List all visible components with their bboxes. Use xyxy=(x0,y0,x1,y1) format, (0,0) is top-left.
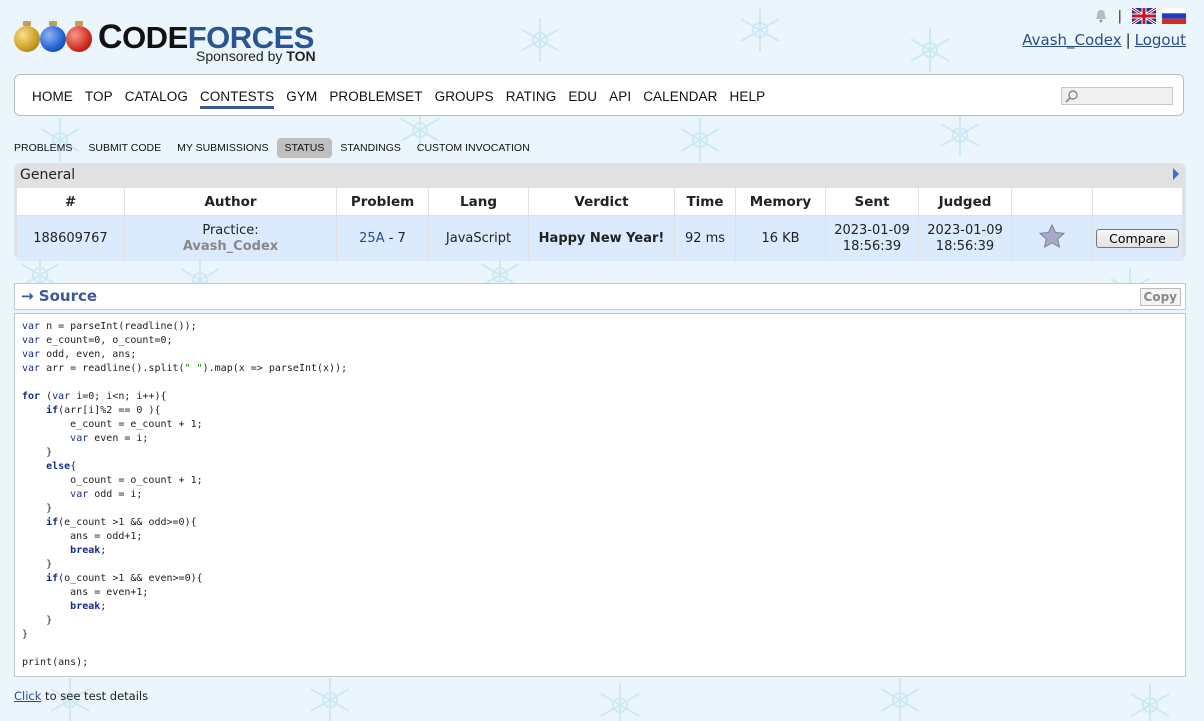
judged-cell: 2023-01-09 18:56:39 xyxy=(918,215,1012,261)
menu-item-catalog[interactable]: CATALOG xyxy=(125,89,188,109)
submission-table: # Author Problem Lang Verdict Time Memor… xyxy=(17,188,1183,261)
source-title: → Source xyxy=(21,287,98,305)
search-input[interactable] xyxy=(1061,87,1173,105)
col-time: Time xyxy=(674,188,736,216)
ornament-icon xyxy=(40,21,66,52)
col-compare xyxy=(1092,188,1183,216)
star-icon[interactable] xyxy=(1038,223,1066,248)
sent-date: 2023-01-09 xyxy=(834,222,910,238)
menu-item-problemset[interactable]: PROBLEMSET xyxy=(329,89,422,109)
memory-cell: 16 KB xyxy=(735,215,826,261)
separator: | xyxy=(1125,31,1131,49)
author-prefix: Practice: xyxy=(202,222,259,238)
col-author: Author xyxy=(124,188,337,216)
author-cell: Practice: Avash_Codex xyxy=(124,215,337,261)
source-code[interactable]: var n = parseInt(readline()); var e_coun… xyxy=(22,320,1178,670)
russia-flag-icon[interactable] xyxy=(1162,8,1186,24)
tab-my-submissions[interactable]: MY SUBMISSIONS xyxy=(177,138,276,158)
tab-standings[interactable]: STANDINGS xyxy=(340,138,408,158)
menu-item-contests[interactable]: CONTESTS xyxy=(199,89,275,109)
author-name[interactable]: Avash_Codex xyxy=(126,239,335,255)
problem-cell: 25A - 7 xyxy=(336,215,429,261)
time-cell: 92 ms xyxy=(674,215,736,261)
contest-submenu: PROBLEMS SUBMIT CODE MY SUBMISSIONS STAT… xyxy=(14,138,546,158)
language-switcher: | xyxy=(1094,8,1186,24)
menu-item-top[interactable]: TOP xyxy=(85,89,113,109)
general-caption: General xyxy=(20,167,76,183)
tab-problems[interactable]: PROBLEMS xyxy=(14,138,80,158)
test-details-text: to see test details xyxy=(41,689,149,703)
logout-link[interactable]: Logout xyxy=(1135,31,1186,49)
search-icon xyxy=(1065,90,1078,103)
judged-date: 2023-01-09 xyxy=(927,222,1003,238)
user-links: Avash_Codex | Logout xyxy=(1022,31,1186,49)
col-judged: Judged xyxy=(918,188,1012,216)
col-favorite xyxy=(1011,188,1093,216)
test-details-link[interactable]: Click xyxy=(14,689,41,703)
menu-item-edu[interactable]: EDU xyxy=(568,89,597,109)
logo-sponsor: Sponsored by TON xyxy=(196,48,316,64)
favorite-cell xyxy=(1011,215,1093,261)
source-header: → Source Copy xyxy=(14,283,1186,310)
copy-button[interactable]: Copy xyxy=(1139,288,1181,306)
compare-button[interactable]: Compare xyxy=(1096,229,1179,248)
col-sent: Sent xyxy=(825,188,919,216)
col-memory: Memory xyxy=(735,188,826,216)
menu-item-gym[interactable]: GYM xyxy=(286,89,317,109)
ornament-icon xyxy=(66,21,92,52)
test-details-line: Click to see test details xyxy=(14,689,148,703)
main-menu: HOME TOP CATALOG CONTESTS GYM PROBLEMSET… xyxy=(14,74,1184,116)
problem-link[interactable]: 25A xyxy=(359,231,384,246)
user-profile-link[interactable]: Avash_Codex xyxy=(1022,31,1121,49)
codeforces-logo[interactable]: CODEFORCES Sponsored by TON xyxy=(14,20,334,66)
menu-item-home[interactable]: HOME xyxy=(32,89,73,109)
problem-name: - 7 xyxy=(384,230,406,246)
col-id: # xyxy=(17,188,125,216)
judged-time: 18:56:39 xyxy=(935,238,995,254)
compare-cell: Compare xyxy=(1092,215,1183,261)
table-row: 188609767 Practice: Avash_Codex 25A - 7 … xyxy=(17,215,1183,261)
ornament-icon xyxy=(14,21,40,52)
submission-general-box: General # Author Problem Lang Verdict Ti… xyxy=(14,163,1186,261)
menu-item-rating[interactable]: RATING xyxy=(506,89,557,109)
tab-status[interactable]: STATUS xyxy=(276,138,333,158)
tab-custom-invocation[interactable]: CUSTOM INVOCATION xyxy=(417,138,538,158)
lang-cell: JavaScript xyxy=(428,215,529,261)
submission-id: 188609767 xyxy=(17,215,125,261)
bell-icon[interactable] xyxy=(1094,9,1108,23)
sent-cell: 2023-01-09 18:56:39 xyxy=(825,215,919,261)
verdict-cell: Happy New Year! xyxy=(528,215,675,261)
menu-item-help[interactable]: HELP xyxy=(730,89,766,109)
separator: | xyxy=(1117,8,1122,24)
sent-time: 18:56:39 xyxy=(842,238,902,254)
tab-submit-code[interactable]: SUBMIT CODE xyxy=(88,138,169,158)
arrow-right-icon[interactable] xyxy=(1173,168,1179,180)
col-lang: Lang xyxy=(428,188,529,216)
menu-item-calendar[interactable]: CALENDAR xyxy=(643,89,717,109)
col-problem: Problem xyxy=(336,188,429,216)
col-verdict: Verdict xyxy=(528,188,675,216)
menu-item-groups[interactable]: GROUPS xyxy=(435,89,494,109)
source-code-box: var n = parseInt(readline()); var e_coun… xyxy=(14,313,1186,677)
table-header-row: # Author Problem Lang Verdict Time Memor… xyxy=(17,188,1183,216)
menu-item-api[interactable]: API xyxy=(609,89,631,109)
uk-flag-icon[interactable] xyxy=(1132,8,1156,24)
